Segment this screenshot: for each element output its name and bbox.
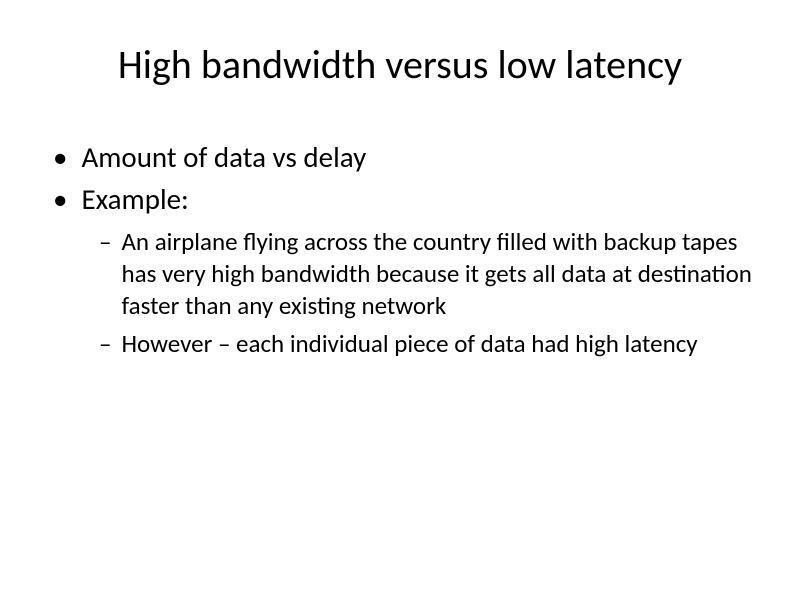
list-item: • Amount of data vs delay — [45, 139, 770, 177]
slide-title: High bandwidth versus low latency — [30, 40, 770, 89]
list-item: – However – each individual piece of dat… — [99, 328, 770, 360]
bullet-text: However – each individual piece of data … — [121, 328, 697, 360]
slide-content: • Amount of data vs delay • Example: – A… — [30, 139, 770, 360]
bullet-text: Amount of data vs delay — [81, 139, 366, 177]
list-item: – An airplane flying across the country … — [99, 226, 770, 322]
bullet-text: Example: — [81, 181, 188, 219]
bullet-icon: • — [53, 139, 67, 177]
bullet-icon: • — [53, 181, 67, 219]
bullet-list-level2: – An airplane flying across the country … — [99, 226, 770, 360]
dash-icon: – — [99, 226, 111, 258]
bullet-text: An airplane flying across the country fi… — [121, 226, 770, 322]
list-item: • Example: — [45, 181, 770, 219]
bullet-list-level1: • Amount of data vs delay • Example: — [45, 139, 770, 218]
dash-icon: – — [99, 328, 111, 360]
